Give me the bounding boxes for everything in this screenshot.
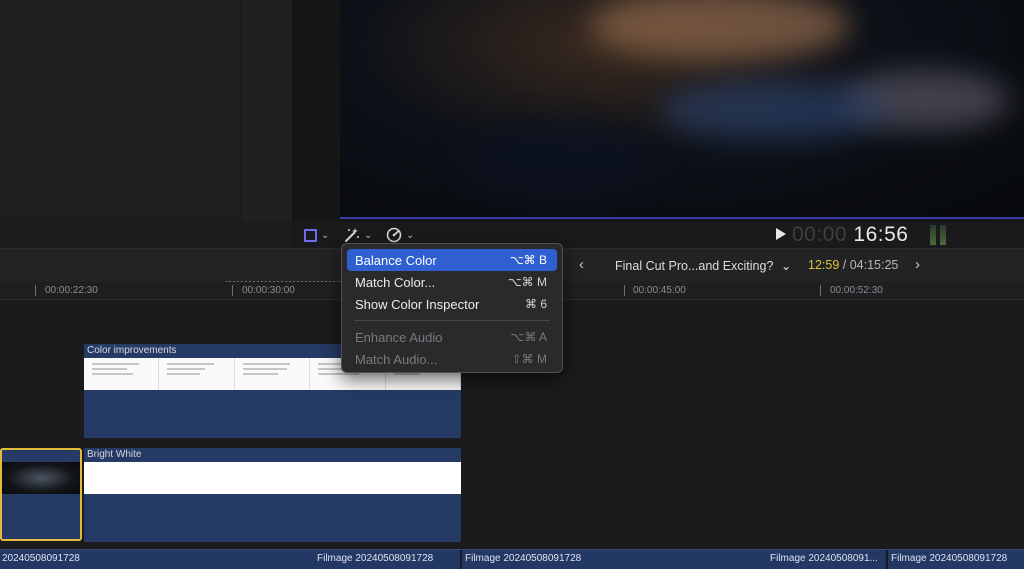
storyline-clip-label: Filmage 20240508091728 bbox=[317, 553, 434, 564]
project-name-dropdown[interactable]: Final Cut Pro...and Exciting? ⌄ bbox=[615, 258, 791, 273]
menu-item-shortcut: ⌘ 6 bbox=[524, 297, 547, 311]
video-blur-shadow bbox=[460, 120, 660, 200]
viewer bbox=[292, 0, 1024, 222]
menu-item-label: Show Color Inspector bbox=[355, 296, 480, 312]
project-duration: 12:59 / 04:15:25 bbox=[808, 258, 898, 272]
storyline-clip-label: Filmage 20240508091728 bbox=[465, 553, 582, 564]
current-duration: 12:59 bbox=[808, 258, 840, 272]
menu-item-shortcut: ⌥⌘ B bbox=[509, 253, 547, 267]
video-blur-warm bbox=[590, 0, 850, 60]
menu-item-match-audio: Match Audio... ⇧⌘ M bbox=[347, 348, 557, 370]
menu-item-enhance-audio: Enhance Audio ⌥⌘ A bbox=[347, 326, 557, 348]
chevron-down-icon: ⌄ bbox=[364, 229, 373, 241]
filmstrip-frame bbox=[84, 358, 160, 390]
menu-item-label: Balance Color bbox=[355, 252, 437, 268]
chevron-down-icon: ⌄ bbox=[321, 229, 330, 241]
chevron-down-icon: ⌄ bbox=[780, 259, 792, 273]
clip-separator bbox=[886, 550, 888, 569]
chevron-down-icon: ⌄ bbox=[406, 229, 415, 241]
clip-thumbnail bbox=[2, 462, 80, 494]
menu-item-shortcut: ⌥⌘ M bbox=[507, 275, 547, 289]
primary-storyline[interactable]: 20240508091728 Filmage 20240508091728 Fi… bbox=[0, 549, 1024, 569]
history-forward-button[interactable]: › bbox=[915, 256, 920, 273]
ruler-tick bbox=[820, 285, 821, 296]
timecode-value: 16:56 bbox=[853, 223, 909, 246]
ruler-label: 00:00:52:30 bbox=[830, 285, 883, 296]
video-blur-blue bbox=[660, 80, 890, 140]
clip-separator bbox=[460, 550, 462, 569]
storyline-clip-label: 20240508091728 bbox=[2, 553, 80, 564]
clip-title: Bright White bbox=[87, 449, 142, 460]
menu-item-balance-color[interactable]: Balance Color ⌥⌘ B bbox=[347, 249, 557, 271]
menu-item-label: Enhance Audio bbox=[355, 329, 443, 345]
viewer-playhead-bar bbox=[340, 217, 1024, 219]
enhancements-menu: Balance Color ⌥⌘ B Match Color... ⌥⌘ M S… bbox=[341, 243, 563, 373]
selected-video-clip[interactable] bbox=[0, 448, 82, 541]
audio-meter-right[interactable] bbox=[940, 225, 946, 245]
speedometer-icon bbox=[386, 227, 402, 243]
filmstrip-frame bbox=[159, 358, 235, 390]
menu-item-label: Match Audio... bbox=[355, 351, 438, 367]
enhancements-button[interactable]: ⌄ bbox=[344, 226, 372, 244]
filmstrip-frame bbox=[235, 358, 311, 390]
magic-wand-icon bbox=[345, 228, 359, 242]
menu-item-shortcut: ⌥⌘ A bbox=[510, 330, 547, 344]
ruler-label: 00:00:22:30 bbox=[45, 285, 98, 296]
menu-item-show-color-inspector[interactable]: Show Color Inspector ⌘ 6 bbox=[347, 293, 557, 315]
crop-square-icon bbox=[304, 228, 317, 242]
storyline-clip-label: Filmage 20240508091728 bbox=[891, 553, 1008, 564]
clip-bright-white[interactable]: Bright White bbox=[84, 448, 461, 542]
ruler-tick bbox=[624, 285, 625, 296]
ruler-label: 00:00:30:00 bbox=[242, 285, 295, 296]
menu-item-match-color[interactable]: Match Color... ⌥⌘ M bbox=[347, 271, 557, 293]
menu-separator bbox=[354, 320, 550, 321]
viewer-video-frame[interactable] bbox=[340, 0, 1024, 218]
retime-button[interactable]: ⌄ bbox=[386, 226, 414, 244]
play-icon[interactable] bbox=[776, 228, 786, 240]
menu-item-label: Match Color... bbox=[355, 274, 436, 290]
duration-separator: / bbox=[839, 258, 850, 272]
ruler-tick bbox=[35, 285, 36, 296]
menu-item-shortcut: ⇧⌘ M bbox=[511, 352, 547, 366]
browser-panel-edge bbox=[244, 0, 292, 222]
project-name: Final Cut Pro...and Exciting? bbox=[615, 259, 774, 273]
browser-panel bbox=[0, 0, 292, 222]
history-back-button[interactable]: ‹ bbox=[579, 256, 584, 273]
ruler-label: 00:00:45:00 bbox=[633, 285, 686, 296]
timecode-leading: 00:00 bbox=[792, 223, 848, 246]
viewer-timecode[interactable]: 00:00 16:56 bbox=[792, 223, 908, 247]
ruler-tick bbox=[232, 285, 233, 296]
clip-title: Color improvements bbox=[87, 345, 177, 356]
audio-meter-left[interactable] bbox=[930, 225, 936, 245]
storyline-clip-label: Filmage 20240508091... bbox=[770, 553, 878, 564]
total-duration: 04:15:25 bbox=[849, 258, 899, 272]
clip-filmstrip bbox=[84, 462, 461, 494]
crop-tool-button[interactable]: ⌄ bbox=[304, 226, 329, 244]
